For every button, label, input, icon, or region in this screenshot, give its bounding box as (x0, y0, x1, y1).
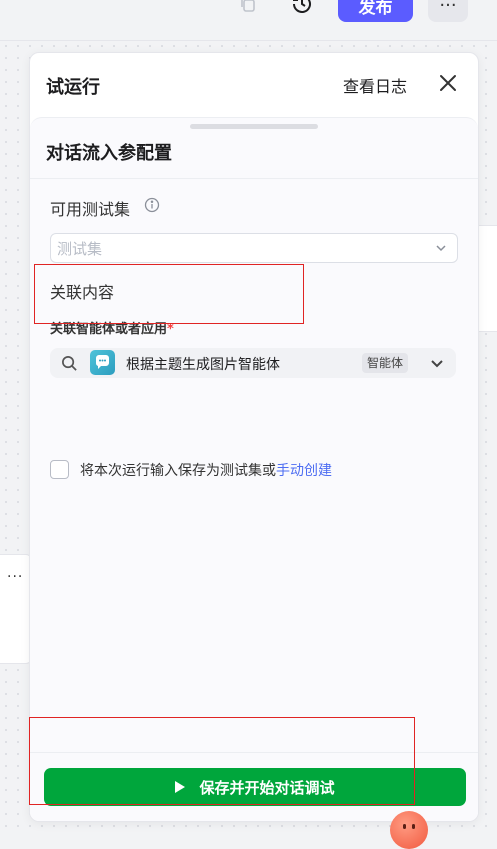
publish-button[interactable]: 发布 (338, 0, 413, 22)
background-node-card[interactable]: ··· (0, 554, 32, 664)
manual-create-link[interactable]: 手动创建 (276, 463, 332, 479)
divider (30, 178, 478, 179)
mascot-eye (403, 824, 406, 829)
test-run-panel: 试运行 查看日志 对话流入参配置 可用测试集 测试集 关联内容 关联智能体或者应… (29, 52, 479, 822)
testset-label: 可用测试集 (50, 200, 131, 219)
save-as-testset-text: 将本次运行输入保存为测试集或手动创建 (80, 460, 332, 480)
drag-handle[interactable] (190, 124, 318, 129)
view-log-link[interactable]: 查看日志 (343, 73, 407, 97)
agent-type-badge: 智能体 (362, 353, 409, 373)
agent-avatar (90, 350, 115, 375)
chevron-down-icon (433, 240, 449, 256)
node-more-icon[interactable]: ··· (7, 569, 23, 585)
info-icon[interactable] (144, 197, 160, 213)
save-as-testset-checkbox[interactable] (50, 460, 69, 479)
agent-label-text: 关联智能体或者应用 (50, 322, 168, 337)
mascot-eye (412, 824, 415, 829)
chat-bubble-icon (95, 355, 109, 369)
save-as-testset-label: 将本次运行输入保存为测试集或 (80, 463, 276, 479)
chevron-down-icon (428, 354, 446, 372)
background-node-fragment (476, 225, 497, 332)
copy-icon[interactable] (238, 0, 258, 14)
required-mark: * (167, 322, 174, 337)
section-title: 对话流入参配置 (46, 143, 172, 164)
panel-title: 试运行 (46, 77, 100, 98)
top-toolbar: 发布 ··· (0, 0, 497, 41)
testset-placeholder: 测试集 (57, 240, 103, 258)
highlight-box-run-button (29, 717, 415, 805)
testset-select[interactable]: 测试集 (50, 233, 458, 263)
close-icon[interactable] (436, 71, 460, 95)
agent-select[interactable]: 根据主题生成图片智能体 智能体 (50, 348, 456, 378)
assistant-mascot[interactable] (390, 811, 428, 849)
more-button[interactable]: ··· (428, 0, 468, 22)
history-icon[interactable] (290, 0, 314, 16)
highlight-box-agent (34, 264, 304, 324)
panel-header: 试运行 查看日志 (30, 53, 478, 115)
agent-name: 根据主题生成图片智能体 (126, 357, 280, 373)
search-icon (61, 355, 78, 372)
